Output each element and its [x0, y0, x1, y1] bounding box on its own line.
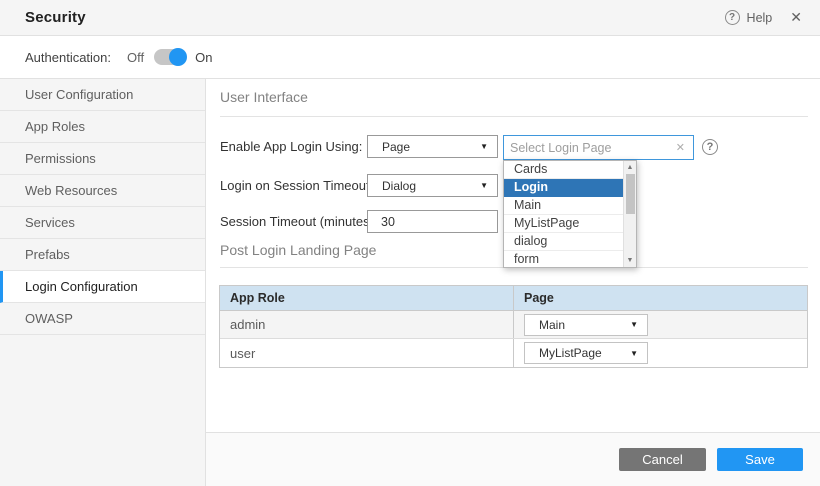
- table-header-row: App Role Page: [220, 286, 807, 311]
- enable-app-login-value: Page: [382, 140, 410, 154]
- field-help-icon[interactable]: ?: [702, 139, 718, 155]
- section-divider: [220, 116, 808, 117]
- scroll-up-icon[interactable]: ▲: [624, 164, 636, 171]
- session-timeout-login-label: Login on Session Timeout:: [220, 178, 373, 193]
- login-page-picker: ✕: [503, 135, 694, 160]
- column-header-app-role: App Role: [220, 286, 514, 310]
- session-timeout-login-select[interactable]: Dialog ▼: [367, 174, 498, 197]
- sidebar-item-user-configuration[interactable]: User Configuration: [0, 79, 205, 111]
- sidebar-item-permissions[interactable]: Permissions: [0, 143, 205, 175]
- session-timeout-login-value: Dialog: [382, 179, 416, 193]
- login-page-dropdown: Cards Login Main MyListPage dialog form …: [503, 160, 637, 268]
- dropdown-option-list: Cards Login Main MyListPage dialog form: [504, 161, 623, 267]
- chevron-down-icon: ▼: [630, 349, 638, 358]
- dropdown-option-dialog[interactable]: dialog: [504, 233, 623, 251]
- table-row: user MyListPage ▼: [220, 339, 807, 367]
- user-page-select[interactable]: MyListPage ▼: [524, 342, 648, 364]
- toggle-on-label: On: [195, 50, 212, 65]
- authentication-toggle[interactable]: [154, 49, 185, 65]
- column-header-page: Page: [514, 286, 807, 310]
- user-page-value: MyListPage: [539, 346, 602, 360]
- post-login-landing-table: App Role Page admin Main ▼ user MyListPa…: [219, 285, 808, 368]
- authentication-label: Authentication:: [25, 50, 111, 65]
- sidebar-item-app-roles[interactable]: App Roles: [0, 111, 205, 143]
- page-title: Security: [25, 9, 86, 26]
- clear-icon[interactable]: ✕: [676, 141, 685, 154]
- page-cell: Main ▼: [514, 311, 807, 338]
- enable-app-login-select[interactable]: Page ▼: [367, 135, 498, 158]
- help-icon[interactable]: ?: [725, 10, 740, 25]
- table-row: admin Main ▼: [220, 311, 807, 339]
- dialog-header: Security ? Help ✕: [0, 0, 820, 36]
- toggle-off-label: Off: [127, 50, 144, 65]
- chevron-down-icon: ▼: [630, 320, 638, 329]
- app-role-cell: admin: [220, 311, 514, 338]
- admin-page-value: Main: [539, 318, 565, 332]
- dropdown-option-main[interactable]: Main: [504, 197, 623, 215]
- help-link[interactable]: Help: [747, 11, 773, 25]
- session-timeout-minutes-label: Session Timeout (minutes):: [220, 214, 378, 229]
- sidebar-item-prefabs[interactable]: Prefabs: [0, 239, 205, 271]
- action-footer: Cancel Save: [206, 432, 820, 486]
- cancel-button[interactable]: Cancel: [619, 448, 706, 471]
- toggle-thumb: [169, 48, 187, 66]
- header-actions: ? Help ✕: [725, 9, 802, 26]
- dropdown-option-form[interactable]: form: [504, 251, 623, 268]
- sidebar-item-services[interactable]: Services: [0, 207, 205, 239]
- section-title-post-login: Post Login Landing Page: [220, 242, 376, 258]
- admin-page-select[interactable]: Main ▼: [524, 314, 648, 336]
- authentication-row: Authentication: Off On: [0, 36, 820, 79]
- dropdown-scrollbar[interactable]: ▲ ▼: [623, 161, 636, 267]
- chevron-down-icon: ▼: [480, 142, 488, 151]
- enable-app-login-label: Enable App Login Using:: [220, 139, 362, 154]
- sidebar-item-owasp[interactable]: OWASP: [0, 303, 205, 335]
- login-page-search-input[interactable]: [510, 141, 676, 155]
- chevron-down-icon: ▼: [480, 181, 488, 190]
- close-icon[interactable]: ✕: [790, 9, 802, 26]
- login-configuration-panel: User Interface Enable App Login Using: P…: [206, 79, 820, 486]
- sidebar-item-login-configuration[interactable]: Login Configuration: [0, 271, 205, 303]
- dropdown-option-cards[interactable]: Cards: [504, 161, 623, 179]
- save-button[interactable]: Save: [717, 448, 803, 471]
- session-timeout-minutes-input[interactable]: [367, 210, 498, 233]
- scrollbar-thumb[interactable]: [626, 174, 635, 214]
- settings-sidebar: User Configuration App Roles Permissions…: [0, 79, 206, 486]
- sidebar-item-web-resources[interactable]: Web Resources: [0, 175, 205, 207]
- dropdown-option-mylistpage[interactable]: MyListPage: [504, 215, 623, 233]
- app-role-cell: user: [220, 339, 514, 367]
- scroll-down-icon[interactable]: ▼: [624, 257, 636, 264]
- dropdown-option-login[interactable]: Login: [504, 179, 623, 197]
- section-title-user-interface: User Interface: [220, 89, 308, 105]
- page-cell: MyListPage ▼: [514, 339, 807, 367]
